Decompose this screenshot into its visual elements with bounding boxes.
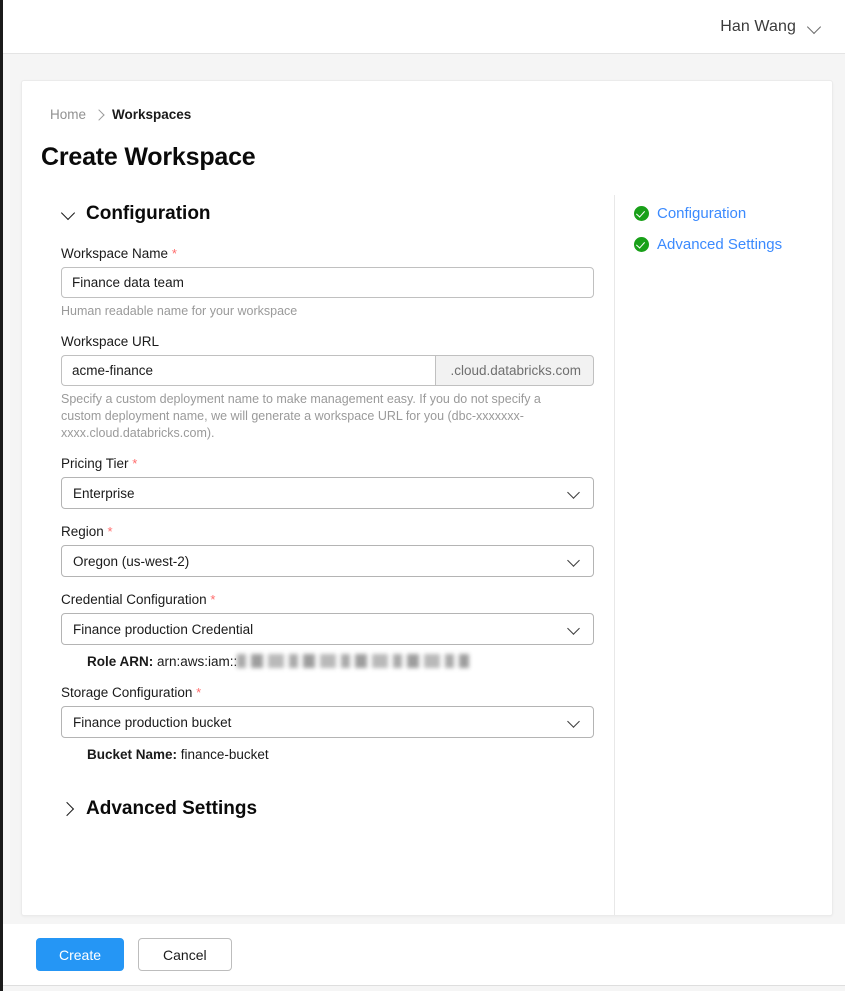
check-circle-icon xyxy=(634,237,649,252)
breadcrumb: Home Workspaces xyxy=(50,107,191,122)
chevron-right-icon xyxy=(61,801,77,817)
check-circle-icon xyxy=(634,206,649,221)
app-page: Han Wang Home Workspaces Create Workspac… xyxy=(0,0,845,991)
create-workspace-card: Home Workspaces Create Workspace Configu… xyxy=(21,80,833,916)
label-pricing-tier: Pricing Tier * xyxy=(61,456,601,471)
top-navigation-bar: Han Wang xyxy=(3,0,845,54)
user-name-label: Han Wang xyxy=(720,18,796,36)
field-storage-configuration: Storage Configuration * Finance producti… xyxy=(61,685,601,762)
label-storage-configuration-text: Storage Configuration xyxy=(61,685,192,700)
section-title-configuration: Configuration xyxy=(86,203,211,225)
column-divider xyxy=(614,195,615,916)
breadcrumb-item-home[interactable]: Home xyxy=(50,107,86,122)
workspace-name-input[interactable] xyxy=(61,267,594,298)
pricing-tier-select[interactable]: Enterprise xyxy=(61,477,594,509)
step-nav-item-advanced-settings[interactable]: Advanced Settings xyxy=(634,236,824,253)
role-arn-detail: Role ARN: arn:aws:iam:: xyxy=(87,654,601,669)
role-arn-label: Role ARN: xyxy=(87,654,153,669)
label-storage-configuration: Storage Configuration * xyxy=(61,685,601,700)
role-arn-value: arn:aws:iam:: xyxy=(157,654,237,669)
form-footer: Create Cancel xyxy=(3,924,845,985)
field-workspace-url: Workspace URL .cloud.databricks.com Spec… xyxy=(61,334,601,442)
section-header-configuration[interactable]: Configuration xyxy=(61,203,601,225)
credential-configuration-select-wrap: Finance production Credential xyxy=(61,613,594,645)
label-pricing-tier-text: Pricing Tier xyxy=(61,456,129,471)
step-nav-label-configuration: Configuration xyxy=(657,205,746,222)
required-marker: * xyxy=(132,456,137,471)
required-marker: * xyxy=(196,685,201,700)
chevron-down-icon xyxy=(808,22,823,31)
bucket-name-detail: Bucket Name: finance-bucket xyxy=(87,747,601,762)
bucket-name-value: finance-bucket xyxy=(181,747,269,762)
label-workspace-url: Workspace URL xyxy=(61,334,601,349)
create-button[interactable]: Create xyxy=(36,938,124,971)
bucket-name-label: Bucket Name: xyxy=(87,747,177,762)
workspace-url-suffix: .cloud.databricks.com xyxy=(435,355,594,386)
hint-workspace-url: Specify a custom deployment name to make… xyxy=(61,391,581,442)
page-title: Create Workspace xyxy=(41,143,256,172)
label-credential-configuration: Credential Configuration * xyxy=(61,592,601,607)
region-select[interactable]: Oregon (us-west-2) xyxy=(61,545,594,577)
hint-workspace-name: Human readable name for your workspace xyxy=(61,303,581,320)
chevron-down-icon xyxy=(61,206,77,222)
workspace-url-input[interactable] xyxy=(61,355,435,386)
label-region-text: Region xyxy=(61,524,104,539)
footer-divider xyxy=(3,985,845,986)
section-title-advanced-settings: Advanced Settings xyxy=(86,798,257,820)
step-nav-item-configuration[interactable]: Configuration xyxy=(634,205,824,222)
configuration-form: Configuration Workspace Name * Human rea… xyxy=(61,203,601,841)
field-pricing-tier: Pricing Tier * Enterprise xyxy=(61,456,601,509)
field-region: Region * Oregon (us-west-2) xyxy=(61,524,601,577)
cancel-button[interactable]: Cancel xyxy=(138,938,232,971)
chevron-right-icon xyxy=(95,111,103,119)
user-menu[interactable]: Han Wang xyxy=(720,18,823,36)
label-workspace-name-text: Workspace Name xyxy=(61,246,168,261)
credential-configuration-select[interactable]: Finance production Credential xyxy=(61,613,594,645)
role-arn-redacted-region xyxy=(237,654,469,668)
label-workspace-name: Workspace Name * xyxy=(61,246,601,261)
label-credential-configuration-text: Credential Configuration xyxy=(61,592,207,607)
step-navigation: Configuration Advanced Settings xyxy=(634,205,824,267)
region-select-wrap: Oregon (us-west-2) xyxy=(61,545,594,577)
section-header-advanced-settings[interactable]: Advanced Settings xyxy=(61,798,601,820)
step-nav-label-advanced-settings: Advanced Settings xyxy=(657,236,782,253)
breadcrumb-item-workspaces: Workspaces xyxy=(112,107,191,122)
required-marker: * xyxy=(108,524,113,539)
required-marker: * xyxy=(172,246,177,261)
storage-configuration-select[interactable]: Finance production bucket xyxy=(61,706,594,738)
storage-configuration-select-wrap: Finance production bucket xyxy=(61,706,594,738)
field-credential-configuration: Credential Configuration * Finance produ… xyxy=(61,592,601,669)
label-region: Region * xyxy=(61,524,601,539)
workspace-url-group: .cloud.databricks.com xyxy=(61,355,594,386)
pricing-tier-select-wrap: Enterprise xyxy=(61,477,594,509)
required-marker: * xyxy=(210,592,215,607)
field-workspace-name: Workspace Name * Human readable name for… xyxy=(61,246,601,320)
